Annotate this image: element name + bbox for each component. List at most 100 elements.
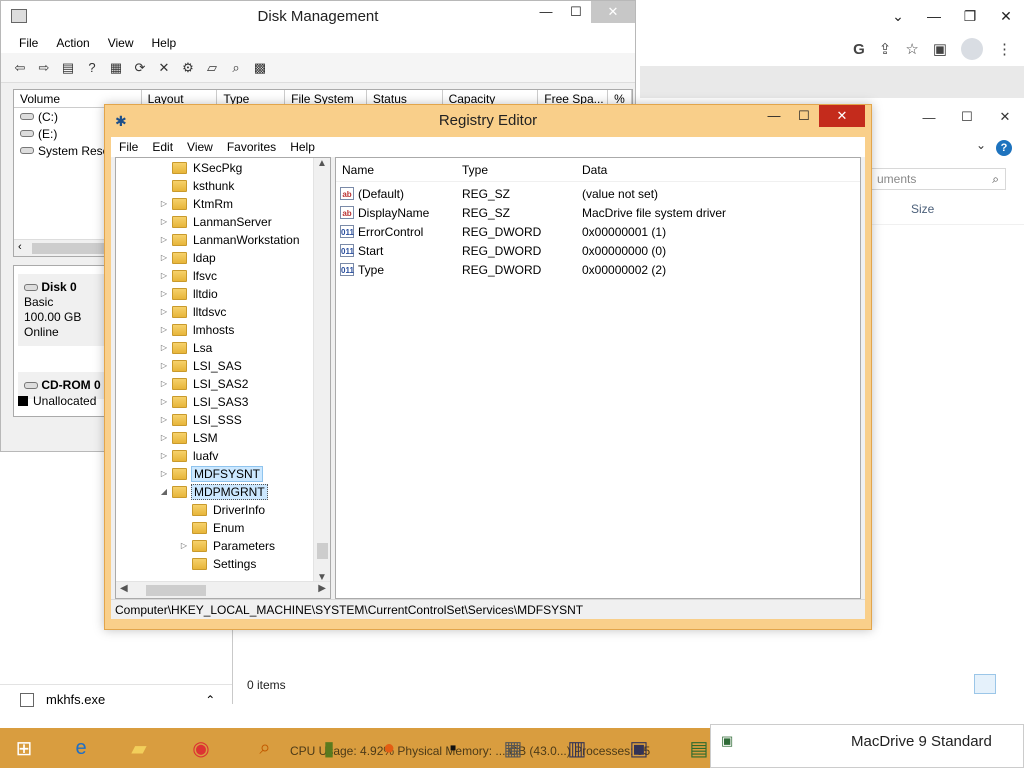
tree-node[interactable]: DriverInfo <box>180 501 267 518</box>
menu-help[interactable]: Help <box>290 140 315 154</box>
tree-node[interactable]: Settings <box>180 555 258 572</box>
value-row[interactable]: 011 ErrorControl REG_DWORD 0x00000001 (1) <box>340 222 666 241</box>
scroll-left-icon[interactable]: ‹ <box>18 241 22 253</box>
horizontal-scrollbar[interactable]: ◀ ▶ <box>116 581 330 598</box>
menu-favorites[interactable]: Favorites <box>227 140 276 154</box>
close-button[interactable]: ✕ <box>591 1 635 23</box>
open-folder-icon[interactable]: ▱ <box>203 59 221 77</box>
help-icon[interactable]: ? <box>996 140 1012 156</box>
size-column-header[interactable]: Size <box>911 202 934 216</box>
tree-node[interactable]: ▷ LSM <box>160 429 220 446</box>
expand-toggle-icon[interactable]: ▷ <box>160 379 168 388</box>
scroll-thumb[interactable] <box>146 585 206 596</box>
firefox-icon[interactable]: ● <box>364 730 414 766</box>
expand-toggle-icon[interactable]: ▷ <box>160 469 168 478</box>
expand-toggle-icon[interactable]: ▷ <box>160 289 168 298</box>
disk0-info[interactable]: Disk 0 Basic 100.00 GB Online <box>18 274 110 346</box>
cmd-icon[interactable]: ▪ <box>428 730 478 766</box>
chevron-up-icon[interactable]: ⌃ <box>205 693 215 707</box>
close-button[interactable]: ✕ <box>819 105 865 127</box>
column-type[interactable]: Type <box>456 163 576 177</box>
value-row[interactable]: ab (Default) REG_SZ (value not set) <box>340 184 658 203</box>
chrome-restore-button[interactable]: ❐ <box>952 8 988 25</box>
more-icon[interactable]: ⋮ <box>997 40 1012 58</box>
tree-node[interactable]: ▷ Parameters <box>180 537 277 554</box>
printer-icon[interactable]: ▦ <box>488 730 538 766</box>
sidebar-icon[interactable]: ▣ <box>933 40 947 58</box>
chrome-close-button[interactable]: ✕ <box>988 8 1024 25</box>
minimize-button[interactable]: — <box>759 105 789 127</box>
forward-icon[interactable]: ⇨ <box>35 59 53 77</box>
properties-icon[interactable]: ▦ <box>107 59 125 77</box>
tree-node[interactable]: ▷ luafv <box>160 447 220 464</box>
vertical-scrollbar[interactable]: ▲ ▼ <box>313 158 330 583</box>
tree-node[interactable]: ▷ lltdio <box>160 285 220 302</box>
expand-toggle-icon[interactable]: ▷ <box>160 343 168 352</box>
expand-toggle-icon[interactable]: ▷ <box>160 325 168 334</box>
find-icon[interactable]: ⌕ <box>227 59 245 77</box>
expand-toggle-icon[interactable]: ▷ <box>160 415 168 424</box>
registry-editor-titlebar[interactable]: ✱ Registry Editor — ☐ ✕ <box>105 105 871 137</box>
tree-node[interactable]: ▷ LSI_SAS2 <box>160 375 250 392</box>
minimize-button[interactable]: — <box>531 1 561 23</box>
disk-icon[interactable]: ▩ <box>251 59 269 77</box>
menu-view[interactable]: View <box>108 36 134 50</box>
expand-toggle-icon[interactable]: ▷ <box>160 361 168 370</box>
expand-toggle-icon[interactable]: ◢ <box>160 487 168 496</box>
tree-node[interactable]: ▷ LSI_SAS3 <box>160 393 250 410</box>
chevron-down-icon[interactable]: ⌄ <box>976 138 986 152</box>
file-explorer-icon[interactable]: ▰ <box>114 730 164 766</box>
column-data[interactable]: Data <box>576 163 776 177</box>
download-filename[interactable]: mkhfs.exe <box>46 692 105 707</box>
menu-action[interactable]: Action <box>56 36 89 50</box>
console-tree-icon[interactable]: ▤ <box>59 59 77 77</box>
tree-node[interactable]: ▷ ldap <box>160 249 218 266</box>
expand-toggle-icon[interactable]: ▷ <box>160 253 168 262</box>
back-icon[interactable]: ⇦ <box>11 59 29 77</box>
menu-edit[interactable]: Edit <box>152 140 173 154</box>
expand-toggle-icon[interactable]: ▷ <box>160 271 168 280</box>
tree-node[interactable]: ▷ lltdsvc <box>160 303 228 320</box>
tree-node[interactable]: ▷ LSI_SSS <box>160 411 244 428</box>
scroll-left-icon[interactable]: ◀ <box>120 583 128 594</box>
tree-node[interactable]: ◢ MDPMGRNT <box>160 483 268 500</box>
tree-node[interactable]: ▷ KtmRm <box>160 195 235 212</box>
chrome-tab-search-button[interactable]: ⌄ <box>880 8 916 25</box>
menu-view[interactable]: View <box>187 140 213 154</box>
profile-icon[interactable] <box>961 38 983 60</box>
menu-file[interactable]: File <box>119 140 138 154</box>
scroll-thumb[interactable] <box>317 543 328 559</box>
scroll-right-icon[interactable]: ▶ <box>318 583 326 594</box>
task-manager-icon[interactable]: ▮ <box>304 730 354 766</box>
search-icon[interactable]: ⌕ <box>240 730 290 766</box>
tree-node[interactable]: ksthunk <box>160 177 236 194</box>
expand-toggle-icon[interactable]: ▷ <box>160 451 168 460</box>
explorer-close-button[interactable]: ✕ <box>986 109 1024 125</box>
refresh-icon[interactable]: ⟳ <box>131 59 149 77</box>
chrome-minimize-button[interactable]: — <box>916 8 952 24</box>
delete-icon[interactable]: ✕ <box>155 59 173 77</box>
column-name[interactable]: Name <box>336 163 456 177</box>
tree-node[interactable]: ▷ Lsa <box>160 339 214 356</box>
menu-help[interactable]: Help <box>152 36 177 50</box>
google-icon[interactable]: G <box>853 41 865 58</box>
expand-toggle-icon[interactable]: ▷ <box>160 217 168 226</box>
expand-toggle-icon[interactable]: ▷ <box>160 433 168 442</box>
network-icon[interactable]: ▥ <box>552 730 602 766</box>
tree-node[interactable]: ▷ LSI_SAS <box>160 357 244 374</box>
explorer-maximize-button[interactable]: ☐ <box>948 109 986 125</box>
tree-node[interactable]: Enum <box>180 519 246 536</box>
start-icon[interactable]: ⊞ <box>0 730 48 766</box>
share-icon[interactable]: ⇪ <box>879 40 892 58</box>
expand-toggle-icon[interactable]: ▷ <box>160 397 168 406</box>
macdrive-window[interactable]: ▣ MacDrive 9 Standard <box>710 724 1024 768</box>
maximize-button[interactable]: ☐ <box>789 105 819 127</box>
tree-node[interactable]: ▷ lfsvc <box>160 267 219 284</box>
settings-icon[interactable]: ⚙ <box>179 59 197 77</box>
expand-toggle-icon[interactable]: ▷ <box>160 307 168 316</box>
value-row[interactable]: 011 Start REG_DWORD 0x00000000 (0) <box>340 241 666 260</box>
explorer-minimize-button[interactable]: — <box>910 110 948 125</box>
tree-node[interactable]: ▷ MDFSYSNT <box>160 465 263 482</box>
tree-node[interactable]: ▷ LanmanWorkstation <box>160 231 302 248</box>
scroll-up-icon[interactable]: ▲ <box>317 158 327 169</box>
